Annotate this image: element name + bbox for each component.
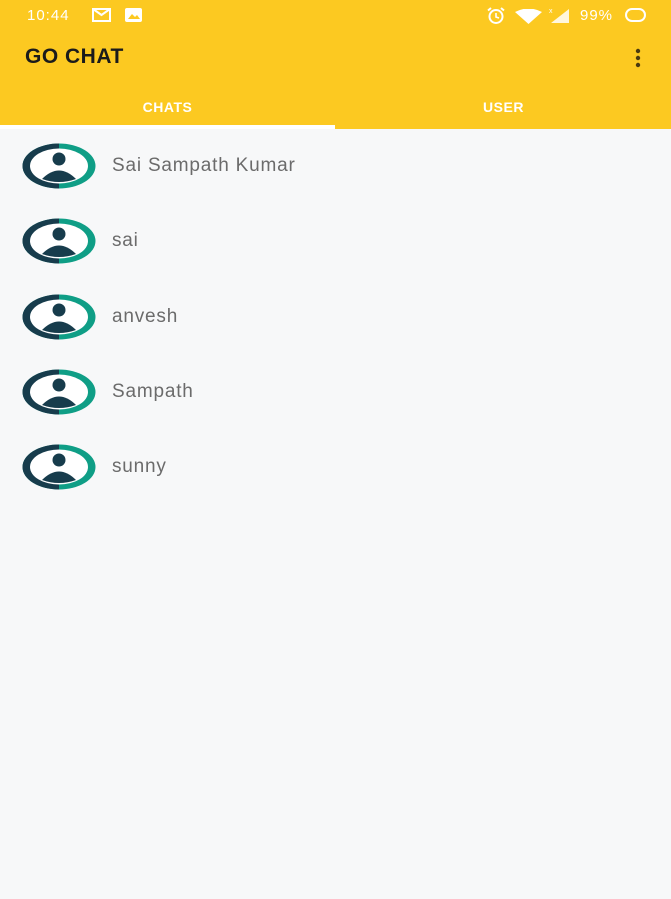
avatar-icon — [22, 218, 96, 264]
avatar-icon — [22, 143, 96, 189]
more-options-icon[interactable] — [626, 46, 650, 70]
list-item[interactable]: Sai Sampath Kumar — [0, 129, 671, 201]
alarm-icon — [487, 7, 505, 24]
list-item[interactable]: sai — [0, 204, 671, 276]
tab-user[interactable]: USER — [336, 88, 671, 129]
list-item[interactable]: Sampath — [0, 355, 671, 427]
list-item[interactable]: sunny — [0, 430, 671, 502]
tab-user-label: USER — [483, 99, 524, 115]
list-item[interactable]: anvesh — [0, 280, 671, 352]
image-icon — [125, 8, 142, 22]
status-bar: 10:44 x 99% — [0, 0, 671, 32]
status-time: 10:44 — [27, 7, 70, 24]
user-name: sunny — [112, 456, 167, 477]
battery-percentage: 99% — [580, 7, 614, 24]
app-bar: 10:44 x 99% GO CHAT CHATS USER — [0, 0, 671, 129]
avatar-icon — [22, 294, 96, 340]
app-title: GO CHAT — [25, 45, 124, 68]
signal-icon: x — [549, 8, 569, 23]
avatar-icon — [22, 444, 96, 490]
user-name: Sai Sampath Kumar — [112, 155, 296, 176]
tab-bar: CHATS USER — [0, 88, 671, 129]
battery-icon — [625, 8, 646, 22]
tab-chats[interactable]: CHATS — [0, 88, 335, 129]
avatar-icon — [22, 369, 96, 415]
user-name: sai — [112, 230, 139, 251]
wifi-icon — [515, 9, 542, 24]
tab-chats-label: CHATS — [142, 99, 193, 115]
svg-text:x: x — [549, 8, 553, 15]
user-name: Sampath — [112, 381, 194, 402]
user-name: anvesh — [112, 306, 179, 327]
mail-icon — [92, 8, 111, 22]
